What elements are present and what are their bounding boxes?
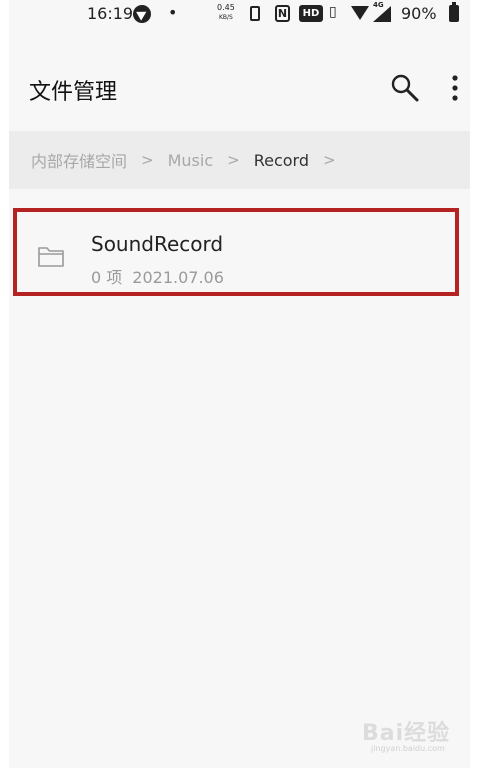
hd-icon: HD [299,5,323,22]
notification-dot: • [168,3,178,22]
breadcrumb-item-record[interactable]: Record [254,151,309,170]
file-meta: 0 项 2021.07.06 [91,264,224,288]
network-speed: 0.45 KB/S [217,3,235,22]
more-options-button[interactable] [445,72,465,104]
breadcrumb: 内部存储空间 > Music > Record > [9,131,470,189]
list-item-soundrecord[interactable]: SoundRecord 0 项 2021.07.06 [13,208,459,296]
file-date: 2021.07.06 [132,268,224,287]
breadcrumb-separator: > [322,151,336,169]
file-item-count: 0 项 [91,268,123,287]
breadcrumb-separator: > [227,151,240,169]
network-speed-unit: KB/S [218,14,233,21]
network-speed-value: 0.45 [217,3,235,12]
watermark-logo: Bai经验 [362,721,451,746]
folder-icon [38,247,64,267]
search-button[interactable] [389,72,421,104]
watermark-url: jingyan.baidu.com [371,744,445,753]
phone-icon [250,6,260,21]
more-vert-icon [452,75,458,101]
battery-icon [449,2,459,22]
breadcrumb-item-music[interactable]: Music [168,151,214,170]
search-icon [391,74,419,102]
page-title: 文件管理 [29,80,118,105]
status-time: 16:19 [87,4,134,23]
vibrate-icon: ▯ [329,4,337,20]
navigation-icon [133,5,151,23]
breadcrumb-item-internal-storage[interactable]: 内部存储空间 [31,148,127,172]
breadcrumb-separator: > [141,151,154,169]
nfc-icon: N [275,5,290,22]
battery-percent: 90% [401,4,437,23]
file-name: SoundRecord [91,232,224,256]
wifi-icon [351,6,369,20]
network-type: 4G [373,1,384,9]
status-bar: 16:19 • 0.45 KB/S N HD ▯ 4G 90% [9,0,470,30]
app-bar: 文件管理 [9,58,470,118]
screen: 16:19 • 0.45 KB/S N HD ▯ 4G 90% 文件管理 内部存… [0,0,479,768]
